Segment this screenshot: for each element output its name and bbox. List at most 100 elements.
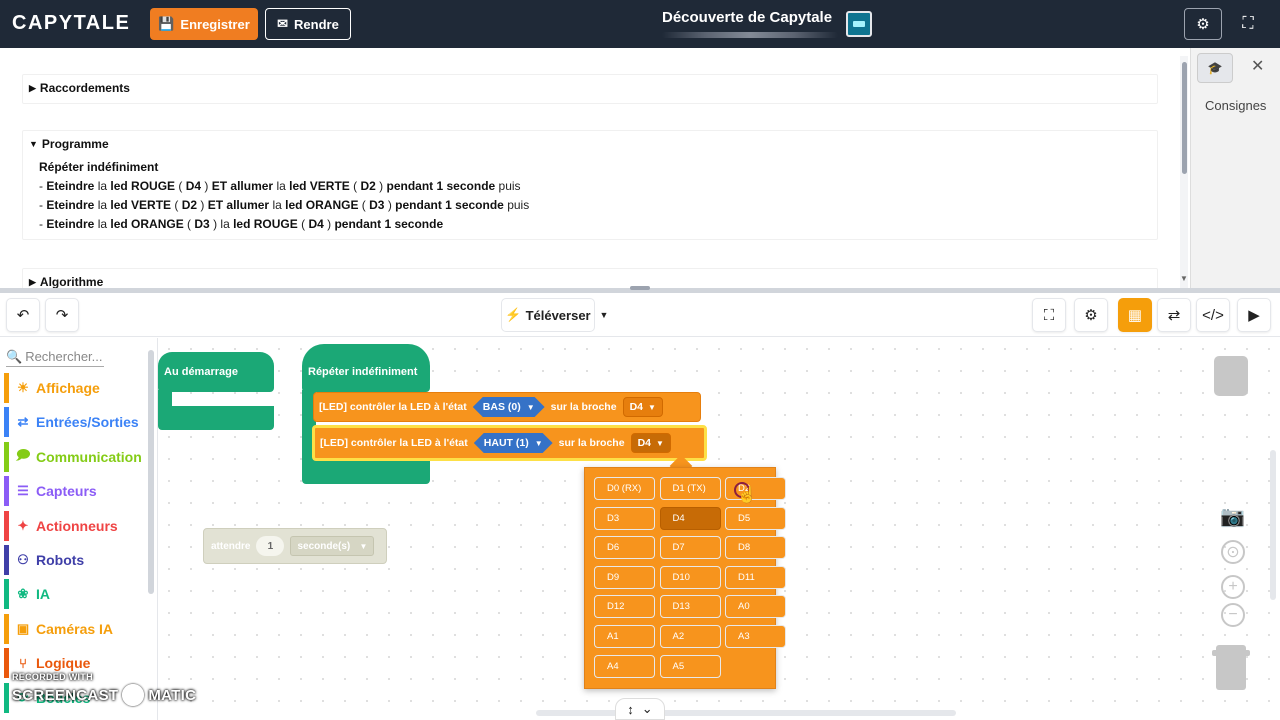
category-search[interactable]: 🔍 Rechercher... <box>6 347 104 367</box>
upload-options-caret-icon[interactable]: ▼ <box>596 298 612 332</box>
programme-text-run: D2 <box>181 198 198 212</box>
programme-text-run: D3 <box>369 198 385 212</box>
pin-option[interactable]: D12 <box>594 595 655 619</box>
led-block-suffix: sur la broche <box>550 401 617 413</box>
pin-option[interactable]: D4 <box>659 506 721 530</box>
led-control-block-selected[interactable]: [LED] contrôler la LED à l'état HAUT (1)… <box>312 425 707 461</box>
blocks-view-button[interactable]: ▦ <box>1118 298 1152 332</box>
programme-text-run: la <box>94 179 111 193</box>
category-item[interactable]: ❀ IA <box>4 579 146 610</box>
category-item[interactable]: ⚇ Robots <box>4 545 146 575</box>
category-item[interactable]: 🗩 Communication <box>4 441 146 472</box>
wait-block[interactable]: attendre 1 seconde(s) ▼ <box>203 528 387 564</box>
programme-text-run: pendant 1 seconde <box>334 217 444 231</box>
pin-option[interactable]: A5 <box>659 654 721 678</box>
editor-settings-button[interactable]: ⚙ <box>1074 298 1108 332</box>
pin-option[interactable]: D3 <box>594 506 655 530</box>
programme-text-run: D2 <box>360 179 376 193</box>
document-title[interactable]: Découverte de Capytale <box>662 9 832 26</box>
close-icon[interactable]: ✕ <box>1251 56 1264 76</box>
programme-text-run: D4 <box>308 217 324 231</box>
pin-value: D4 <box>637 437 652 449</box>
programme-text-run: Eteindre <box>46 198 95 212</box>
consignes-tab[interactable]: Consignes <box>1205 98 1266 113</box>
graduation-cap-icon[interactable]: 🎓 <box>1197 53 1233 83</box>
fullscreen-button[interactable]: ⛶ <box>1233 8 1263 40</box>
gear-icon: ⚙ <box>1196 16 1210 33</box>
redo-button[interactable]: ↷ <box>45 298 79 332</box>
undo-button[interactable]: ↶ <box>6 298 40 332</box>
category-scrollbar[interactable] <box>148 350 154 594</box>
programme-text-run: la <box>269 198 286 212</box>
category-item[interactable]: ☀ Affichage <box>4 373 146 403</box>
pin-option[interactable]: D5 <box>725 506 786 530</box>
wait-unit-dropdown[interactable]: seconde(s) ▼ <box>290 536 375 556</box>
zoom-out-icon[interactable]: − <box>1221 603 1245 627</box>
pin-option[interactable]: A3 <box>725 625 786 648</box>
settings-button[interactable]: ⚙ <box>1184 8 1222 40</box>
screencast-watermark: RECORDED WITH SCREENCAST MATIC <box>12 672 196 706</box>
category-item[interactable]: ☰ Capteurs <box>4 476 146 507</box>
led-state-dropdown[interactable]: HAUT (1) ▼ <box>474 433 553 453</box>
workspace-v-scrollbar[interactable] <box>1270 450 1276 600</box>
trash-icon[interactable] <box>1216 645 1246 690</box>
brand-logo[interactable]: CAPYTALE <box>12 12 130 35</box>
category-item[interactable]: ▣ Caméras IA <box>4 613 146 644</box>
pin-option[interactable]: D1 (TX) <box>659 477 721 500</box>
camera-icon: ▣ <box>16 620 30 636</box>
programme-text-run: ) <box>375 179 387 193</box>
pin-option[interactable]: D10 <box>659 565 721 589</box>
section-algorithme[interactable]: ▶ Algorithme <box>22 268 1158 288</box>
programme-text-run: led VERTE <box>110 198 172 212</box>
play-icon: ▶ <box>1248 307 1260 324</box>
workspace-h-scrollbar[interactable] <box>536 710 956 716</box>
resize-handle[interactable] <box>630 286 650 290</box>
programme-text-run: la <box>273 179 290 193</box>
backpack-icon[interactable] <box>1214 356 1248 396</box>
pin-dropdown[interactable]: D4 ▼ <box>622 397 663 417</box>
pin-option[interactable]: D0 (RX) <box>594 477 655 500</box>
pin-option[interactable]: A1 <box>594 625 655 648</box>
pin-dropdown[interactable]: D4 ▼ <box>630 433 671 453</box>
led-control-block[interactable]: [LED] contrôler la LED à l'état BAS (0) … <box>313 392 701 422</box>
wait-value-input[interactable]: 1 <box>256 536 285 556</box>
pin-option[interactable]: D11 <box>725 565 786 589</box>
pin-value: D4 <box>629 401 644 413</box>
section-raccordements[interactable]: ▶ Raccordements <box>22 74 1158 104</box>
save-icon: 💾 <box>158 16 175 31</box>
programme-text-run: puis <box>495 179 521 193</box>
save-button[interactable]: 💾 Enregistrer <box>150 8 258 40</box>
category-item[interactable]: ✦ Actionneurs <box>4 510 146 541</box>
screenshot-camera-icon[interactable]: 📷 <box>1220 504 1245 529</box>
category-item[interactable]: ⇄ Entrées/Sorties <box>4 407 146 438</box>
upload-button[interactable]: ⚡ Téléverser <box>501 298 595 332</box>
code-view-button[interactable]: </> <box>1196 298 1230 332</box>
pin-option[interactable]: D8 <box>725 536 786 560</box>
brain-icon: ❀ <box>17 586 29 602</box>
expand-button[interactable]: ⛶ <box>1032 298 1066 332</box>
recenter-icon[interactable]: ⊙ <box>1221 540 1245 564</box>
render-button[interactable]: ✉ Rendre <box>265 8 351 40</box>
section-programme[interactable]: ▼ Programme Répéter indéfiniment - Etein… <box>22 130 1158 240</box>
pin-option[interactable]: D9 <box>594 565 655 589</box>
pin-option[interactable]: D6 <box>594 536 655 560</box>
scroll-down-arrow-icon[interactable]: ▼ <box>1180 274 1188 283</box>
run-button[interactable]: ▶ <box>1237 298 1271 332</box>
consignes-panel: 🎓 ✕ Consignes <box>1190 48 1280 288</box>
pin-option[interactable]: D7 <box>659 536 721 560</box>
pin-option[interactable]: A0 <box>725 595 786 619</box>
led-state-dropdown[interactable]: BAS (0) ▼ <box>473 397 545 417</box>
pin-option[interactable]: D13 <box>659 595 721 619</box>
programme-text-run: ) <box>384 198 396 212</box>
pin-option[interactable]: A2 <box>659 625 721 648</box>
programme-text-run: ( <box>175 179 186 193</box>
collapse-panel-tab[interactable]: ↕ ⌄ <box>615 698 665 720</box>
pin-option[interactable]: A4 <box>594 654 655 678</box>
programme-text-run: led ORANGE <box>285 198 359 212</box>
top-bar: CAPYTALE 💾 Enregistrer ✉ Rendre Découver… <box>0 0 1280 48</box>
instructions-scroll-thumb[interactable] <box>1182 62 1187 174</box>
split-view-button[interactable]: ⇄ <box>1157 298 1191 332</box>
zoom-in-icon[interactable]: + <box>1221 575 1245 599</box>
programme-text-run: la <box>94 217 111 231</box>
repeat-block-label: Répéter indéfiniment <box>308 366 418 378</box>
